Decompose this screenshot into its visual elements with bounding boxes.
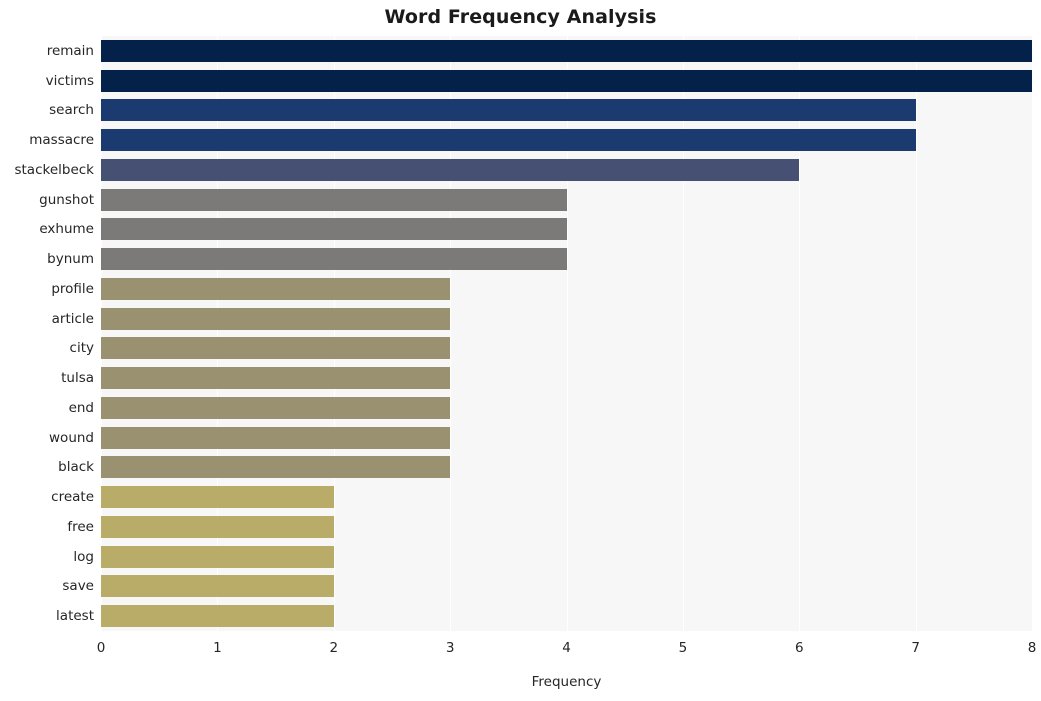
y-tick-label-black: black	[58, 459, 94, 476]
y-tick-label-profile: profile	[51, 280, 94, 297]
bar-gunshot[interactable]	[101, 188, 567, 211]
y-tick-label-search: search	[49, 102, 94, 119]
word-frequency-bar-chart: Word Frequency Analysis remain victims sea…	[0, 0, 1041, 701]
y-tick-label-stackelbeck: stackelbeck	[14, 161, 94, 178]
x-tick-label-0: 0	[96, 640, 106, 656]
bar-create[interactable]	[101, 486, 334, 509]
bar-log[interactable]	[101, 545, 334, 568]
y-tick-label-city: city	[69, 340, 94, 357]
y-tick-label-log: log	[73, 548, 94, 565]
bar-search[interactable]	[101, 99, 916, 122]
bar-end[interactable]	[101, 396, 451, 419]
y-tick-label-bynum: bynum	[47, 251, 94, 268]
bar-stackelbeck[interactable]	[101, 158, 800, 181]
y-tick-label-article: article	[51, 310, 94, 327]
y-axis-tick-labels: remain victims search massacre stackelbeck gu…	[0, 36, 94, 631]
x-tick-label-3: 3	[445, 640, 455, 656]
y-tick-label-free: free	[67, 518, 94, 535]
y-tick-label-victims: victims	[45, 72, 94, 89]
chart-title: Word Frequency Analysis	[384, 6, 657, 28]
x-tick-label-8: 8	[1027, 640, 1037, 656]
y-tick-label-end: end	[68, 399, 94, 416]
bar-save[interactable]	[101, 575, 334, 598]
bar-latest[interactable]	[101, 605, 334, 628]
x-axis-tick-labels: 0 1 2 3 4 5 6 7 8	[97, 631, 1037, 661]
bar-black[interactable]	[101, 456, 451, 479]
x-tick-label-4: 4	[562, 640, 571, 656]
bar-profile[interactable]	[101, 277, 451, 300]
bar-city[interactable]	[101, 337, 451, 360]
plot-area	[101, 36, 1032, 631]
x-tick-label-1: 1	[213, 640, 222, 656]
y-tick-label-create: create	[51, 489, 94, 506]
bar-wound[interactable]	[101, 426, 451, 449]
bar-article[interactable]	[101, 307, 451, 330]
y-tick-label-tulsa: tulsa	[61, 370, 94, 387]
y-tick-label-latest: latest	[56, 608, 94, 625]
bar-free[interactable]	[101, 515, 334, 538]
y-tick-label-massacre: massacre	[29, 132, 94, 149]
x-tick-label-6: 6	[794, 640, 804, 656]
y-tick-label-save: save	[62, 578, 94, 595]
x-tick-label-2: 2	[329, 640, 339, 656]
y-tick-label-wound: wound	[49, 429, 94, 446]
bar-remain[interactable]	[101, 39, 1032, 62]
y-tick-label-gunshot: gunshot	[39, 191, 94, 208]
x-tick-label-7: 7	[911, 640, 920, 656]
y-tick-label-exhume: exhume	[39, 221, 94, 238]
y-tick-label-remain: remain	[46, 42, 94, 59]
bar-bynum[interactable]	[101, 248, 567, 271]
bar-tulsa[interactable]	[101, 367, 451, 390]
bars-container	[101, 36, 1032, 631]
bar-massacre[interactable]	[101, 129, 916, 152]
bar-victims[interactable]	[101, 69, 1032, 92]
bar-exhume[interactable]	[101, 218, 567, 241]
x-tick-label-5: 5	[678, 640, 688, 656]
x-axis-title: Frequency	[531, 674, 602, 690]
